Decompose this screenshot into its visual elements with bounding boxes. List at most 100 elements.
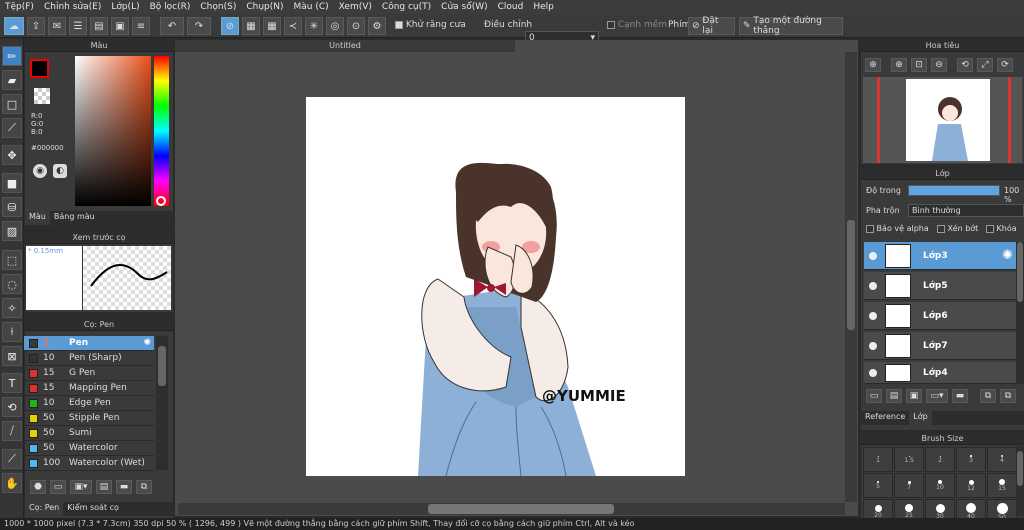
magic-wand-tool-icon[interactable]: ✧: [2, 298, 22, 318]
eye-icon[interactable]: [869, 251, 877, 260]
menu-filter[interactable]: Bộ lọc(R): [145, 2, 196, 12]
brush-item[interactable]: 15 G Pen: [24, 366, 154, 381]
layer-item[interactable]: Lớp4: [864, 362, 1016, 384]
operation-tool-icon[interactable]: ⟲: [2, 397, 22, 417]
lasso-tool-icon[interactable]: ◌: [2, 274, 22, 294]
menu-help[interactable]: Help: [528, 2, 559, 12]
fullscreen-icon[interactable]: ⤢: [977, 58, 993, 72]
new-layer-image-icon[interactable]: ▣: [906, 389, 922, 403]
text-tool-icon[interactable]: T: [2, 373, 22, 393]
snap-angle-icon[interactable]: ≺: [284, 17, 302, 35]
menu-file[interactable]: Tệp(F): [0, 2, 39, 12]
rotate-reset-icon[interactable]: ⟳: [997, 58, 1013, 72]
tab-brush-control[interactable]: Kiểm soát cọ: [63, 502, 123, 516]
undo-icon[interactable]: ↶: [160, 17, 184, 35]
menu-window[interactable]: Cửa sổ(W): [436, 2, 492, 12]
rotate-icon[interactable]: ⟲: [957, 58, 973, 72]
divide-tool-icon[interactable]: ⧸: [2, 421, 22, 441]
canvas-vscrollbar[interactable]: [845, 52, 857, 502]
select-pen-tool-icon[interactable]: ⟊: [2, 322, 22, 342]
fill-rect-tool-icon[interactable]: ■: [2, 173, 22, 193]
menu-layer[interactable]: Lớp(L): [106, 2, 144, 12]
brush-item[interactable]: 15 Mapping Pen: [24, 381, 154, 396]
opacity-slider[interactable]: [908, 185, 1000, 196]
hue-slider[interactable]: [154, 56, 169, 206]
brush-tool-icon[interactable]: ✏: [2, 46, 22, 66]
brush-size-scrollbar[interactable]: [1016, 446, 1024, 516]
layer-item[interactable]: Lớp5: [864, 272, 1016, 300]
menu-select[interactable]: Chọn(S): [195, 2, 241, 12]
brush-group-icon[interactable]: ⬣: [30, 480, 46, 494]
brush-size-cell[interactable]: 10: [925, 473, 955, 498]
brush-list-scrollbar[interactable]: [156, 336, 168, 470]
lock-checkbox[interactable]: Khóa: [986, 224, 1017, 233]
layer-item[interactable]: Lớp7: [864, 332, 1016, 360]
redo-icon[interactable]: ↷: [187, 17, 211, 35]
zoom-in-small-icon[interactable]: ⊕: [891, 58, 907, 72]
select-rect-tool-icon[interactable]: ⬚: [2, 250, 22, 270]
color-mix-icon[interactable]: ◐: [53, 164, 67, 178]
snap-circle-icon[interactable]: ◎: [326, 17, 344, 35]
snap-parallel-icon[interactable]: ▦: [242, 17, 260, 35]
gradient-tool-icon[interactable]: ▨: [2, 221, 22, 241]
menu-color[interactable]: Màu (C): [289, 2, 334, 12]
select-eraser-tool-icon[interactable]: ⊠: [2, 346, 22, 366]
cloud-icon[interactable]: ☁: [4, 17, 24, 35]
layer-scrollbar[interactable]: [1016, 242, 1024, 384]
tab-layer[interactable]: Lớp: [909, 411, 932, 425]
new-layer-icon[interactable]: ▭: [866, 389, 882, 403]
brush-size-cell[interactable]: 3: [956, 447, 986, 472]
menu-cloud[interactable]: Cloud: [493, 2, 529, 12]
layer-copy-icon[interactable]: ⧉: [980, 389, 996, 403]
brush-item[interactable]: 2 Pen ✺: [24, 336, 154, 351]
brush-item[interactable]: 100 Watercolor (Wet): [24, 456, 154, 471]
tab-palette[interactable]: Bảng màu: [50, 211, 99, 225]
brush-size-cell[interactable]: 1.5: [894, 447, 924, 472]
brush-item[interactable]: 50 Stipple Pen: [24, 411, 154, 426]
saturation-value-picker[interactable]: [75, 56, 151, 206]
layer-delete-icon[interactable]: ⧉: [1000, 389, 1016, 403]
rectangle-tool-icon[interactable]: □: [2, 94, 22, 114]
protect-alpha-checkbox[interactable]: Bảo vệ alpha: [866, 224, 929, 233]
brush-new-icon[interactable]: ▭: [50, 480, 66, 494]
brush-size-cell[interactable]: 7: [894, 473, 924, 498]
snap-radial-icon[interactable]: ✳: [305, 17, 323, 35]
zoom-in-icon[interactable]: ⊕: [865, 58, 881, 72]
brush-size-cell[interactable]: 2: [925, 447, 955, 472]
save-icon[interactable]: ▣: [111, 17, 129, 35]
layer-folder-icon[interactable]: ▬: [952, 389, 968, 403]
hand-tool-icon[interactable]: ✋: [2, 473, 22, 493]
eye-icon[interactable]: [869, 368, 877, 377]
brush-item[interactable]: 10 Edge Pen: [24, 396, 154, 411]
brush-add-icon[interactable]: ▣▾: [70, 480, 92, 494]
eyedropper-tool-icon[interactable]: ⟋: [2, 449, 22, 469]
gear-icon[interactable]: ✺: [1002, 248, 1013, 263]
canvas-tab[interactable]: Untitled: [175, 40, 515, 52]
sharp-edge-checkbox[interactable]: Cạnh mềm: [607, 20, 667, 30]
clipping-checkbox[interactable]: Xén bớt: [937, 224, 978, 233]
eraser-tool-icon[interactable]: ▰: [2, 70, 22, 90]
snap-grid-icon[interactable]: ▦: [263, 17, 281, 35]
palette-icon[interactable]: ◉: [33, 164, 47, 178]
brush-item[interactable]: 50 Sumi: [24, 426, 154, 441]
menu-edit[interactable]: Chỉnh sửa(E): [39, 2, 106, 12]
list-icon[interactable]: ≡: [132, 17, 150, 35]
brush-item[interactable]: 10 Pen (Sharp): [24, 351, 154, 366]
layer-item[interactable]: Lớp6: [864, 302, 1016, 330]
tab-color[interactable]: Màu: [25, 211, 50, 225]
fit-icon[interactable]: ⊡: [911, 58, 927, 72]
brush-folder-icon[interactable]: ▬: [116, 480, 132, 494]
brush-size-cell[interactable]: 12: [956, 473, 986, 498]
snap-curve-icon[interactable]: ⊙: [347, 17, 365, 35]
menu-tools[interactable]: Công cụ(T): [377, 2, 436, 12]
antialias-checkbox[interactable]: Khử răng cưa: [395, 20, 466, 30]
eye-icon[interactable]: [869, 311, 877, 320]
layer-item[interactable]: Lớp3 ✺: [864, 242, 1016, 270]
primary-color-swatch[interactable]: [30, 59, 49, 78]
canvas[interactable]: @YUMMIE: [306, 97, 685, 476]
hue-handle[interactable]: [156, 196, 166, 206]
brush-size-cell[interactable]: 15: [987, 473, 1017, 498]
gear-icon[interactable]: ✺: [143, 338, 151, 348]
brush-size-cell[interactable]: 4: [987, 447, 1017, 472]
tab-brush[interactable]: Cọ: Pen: [25, 502, 64, 516]
